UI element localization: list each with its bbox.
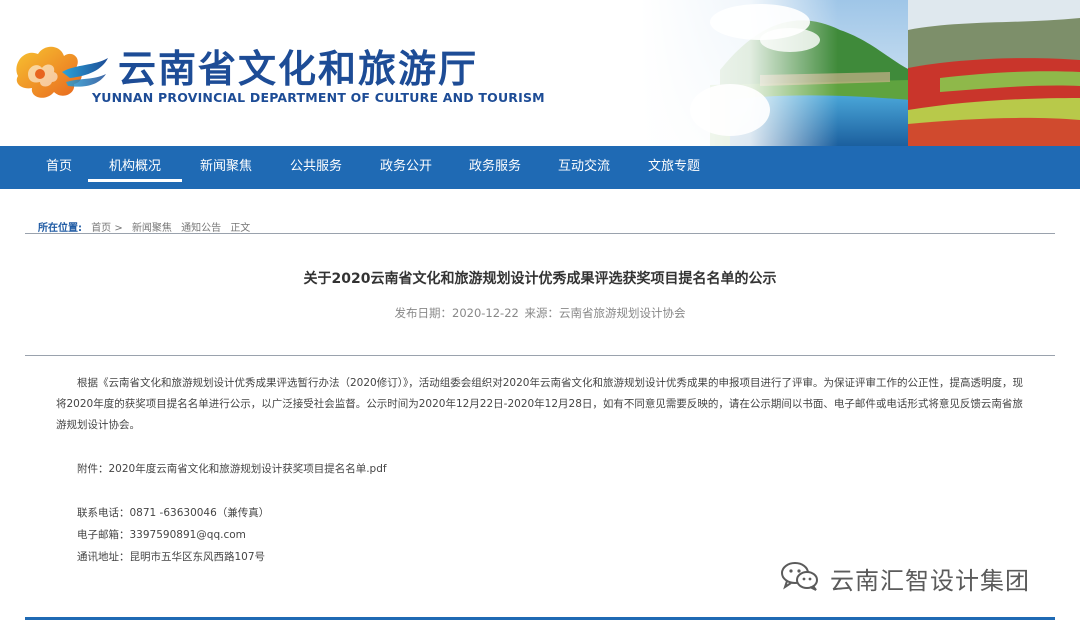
nav-item-public-service[interactable]: 公共服务: [286, 146, 346, 189]
article-source: 来源：云南省旅游规划设计协会: [524, 306, 686, 320]
site-name-cn[interactable]: 云南省文化和旅游厅: [118, 38, 478, 93]
attachment-link[interactable]: 附件：2020年度云南省文化和旅游规划设计获奖项目提名名单.pdf: [77, 461, 387, 476]
breadcrumb: 所在位置: 首页 > 新闻聚焦 通知公告 正文: [38, 219, 256, 234]
watermark: 云南汇智设计集团: [780, 560, 1050, 595]
site-name-en: YUNNAN PROVINCIAL DEPARTMENT OF CULTURE …: [92, 90, 545, 105]
nav-item-gov-affairs-open[interactable]: 政务公开: [376, 146, 436, 189]
nav-item-gov-services[interactable]: 政务服务: [465, 146, 525, 189]
publish-date: 发布日期：2020-12-22: [394, 306, 519, 320]
nav-item-organization[interactable]: 机构概况: [88, 146, 182, 189]
nav-item-culture-tourism-topics[interactable]: 文旅专题: [644, 146, 704, 189]
contact-email: 电子邮箱：3397590891@qq.com: [77, 529, 246, 541]
nav-item-home[interactable]: 首页: [40, 146, 78, 189]
article-title: 关于2020云南省文化和旅游规划设计优秀成果评选获奖项目提名名单的公示: [303, 271, 777, 287]
article-divider: [25, 355, 1055, 356]
breadcrumb-divider: [25, 233, 1055, 234]
contact-phone: 联系电话：0871 -63630046（兼传真）: [77, 507, 270, 519]
watermark-text: 云南汇智设计集团: [830, 567, 1030, 595]
contact-address: 通讯地址：昆明市五华区东风西路107号: [77, 551, 266, 563]
footer-divider: [25, 617, 1055, 620]
wechat-icon: [781, 562, 818, 591]
site-header: 云南省文化和旅游厅 YUNNAN PROVINCIAL DEPARTMENT O…: [0, 0, 1080, 146]
article-meta: 发布日期：2020-12-22 来源：云南省旅游规划设计协会: [0, 305, 1080, 321]
article-body: 根据《云南省文化和旅游规划设计优秀成果评选暂行办法（2020修订）》，活动组委会…: [56, 377, 1023, 431]
nav-item-news[interactable]: 新闻聚焦: [196, 146, 256, 189]
main-nav: 首页 机构概况 新闻聚焦 公共服务 政务公开 政务服务 互动交流 文旅专题: [0, 146, 1080, 189]
header-banner-image: [640, 0, 1080, 146]
nav-item-interaction[interactable]: 互动交流: [554, 146, 614, 189]
